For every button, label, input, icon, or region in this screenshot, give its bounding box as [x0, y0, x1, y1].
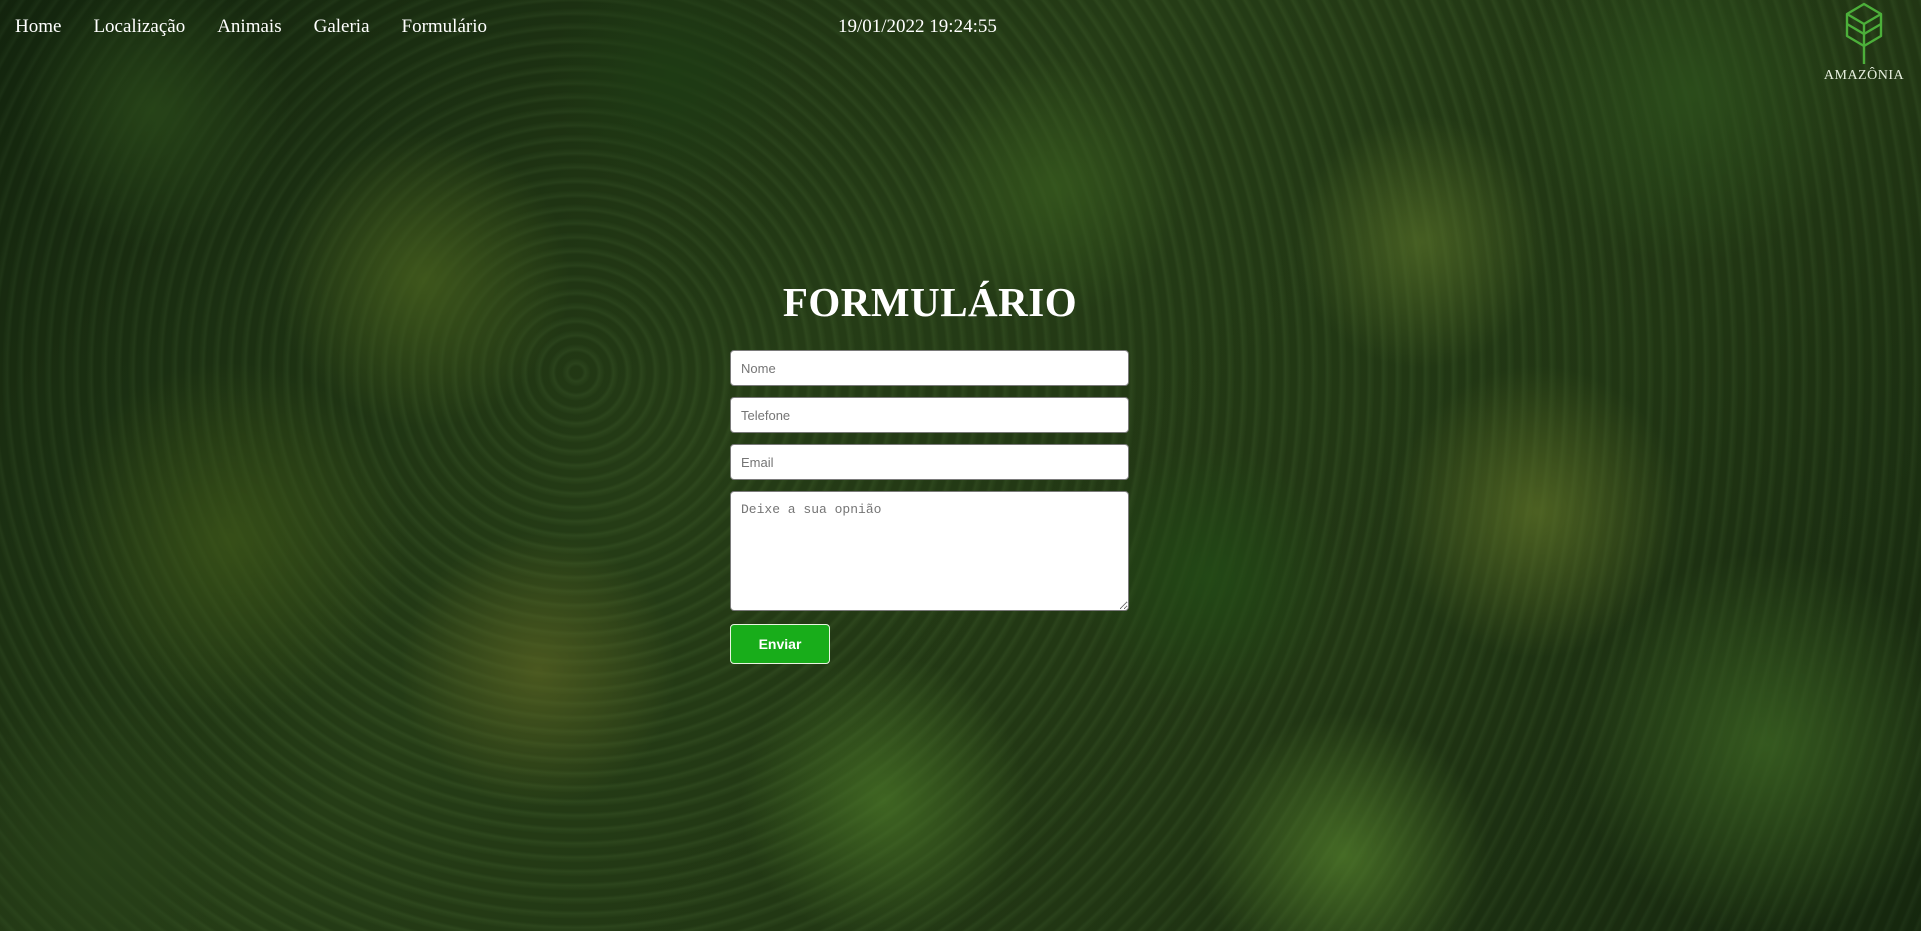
- main-nav: Home Localização Animais Galeria Formulá…: [0, 0, 519, 56]
- submit-button[interactable]: Enviar: [730, 624, 830, 664]
- logo-text: AMAZÔNIA: [1823, 68, 1905, 83]
- logo[interactable]: AMAZÔNIA: [1818, 2, 1910, 84]
- nav-item-home[interactable]: Home: [15, 16, 61, 38]
- form-title: FORMULÁRIO: [782, 279, 1078, 325]
- nav-item-animais[interactable]: Animais: [217, 16, 281, 38]
- date-time-clock: 19/01/2022 19:24:55: [838, 16, 997, 37]
- nav-item-formulario[interactable]: Formulário: [402, 16, 488, 38]
- contact-form: FORMULÁRIO Enviar: [730, 278, 1130, 664]
- nav-item-localizacao[interactable]: Localização: [93, 16, 185, 38]
- name-input[interactable]: [730, 350, 1129, 386]
- opinion-textarea[interactable]: [730, 491, 1129, 611]
- phone-input[interactable]: [730, 397, 1129, 433]
- page: { "nav": { "items": [ {"label": "Home"},…: [0, 0, 1921, 931]
- email-input[interactable]: [730, 444, 1129, 480]
- nav-item-galeria[interactable]: Galeria: [314, 16, 370, 38]
- cube-tree-icon: [1845, 2, 1883, 64]
